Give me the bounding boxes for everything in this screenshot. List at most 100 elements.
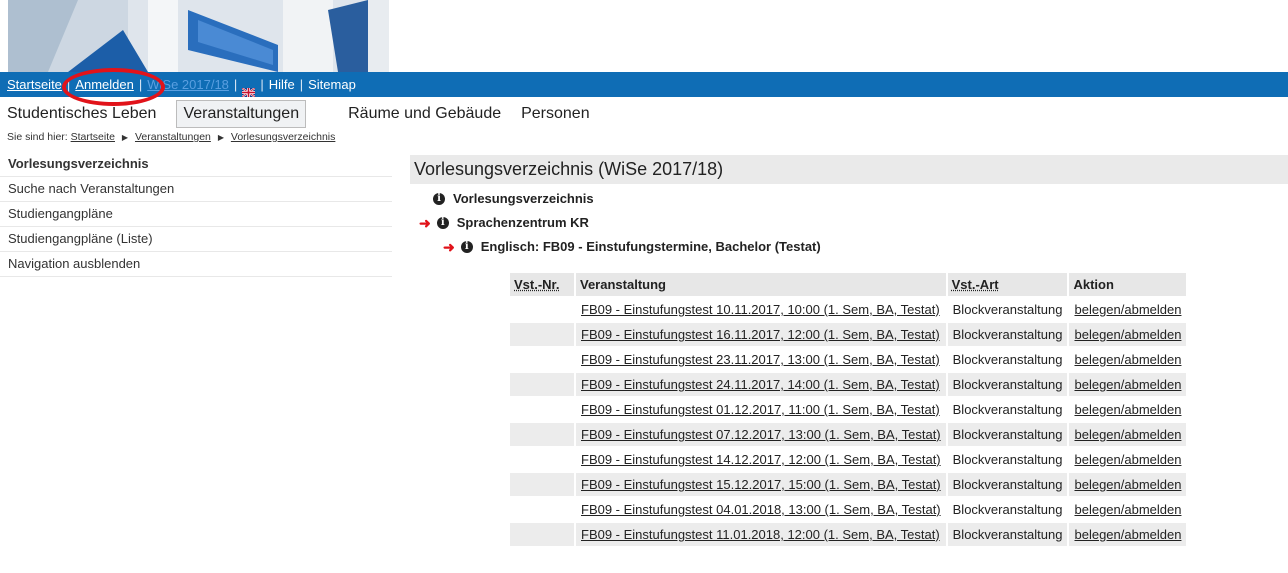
info-icon[interactable]: i [461,241,473,253]
veranstaltung-link[interactable]: FB09 - Einstufungstest 15.12.2017, 15:00… [581,477,941,492]
sidebar-item-navigation-ausblenden[interactable]: Navigation ausblenden [0,252,392,277]
belegen-abmelden-link[interactable]: belegen/abmelden [1074,352,1181,367]
belegen-abmelden-link[interactable]: belegen/abmelden [1074,477,1181,492]
info-icon[interactable]: i [437,217,449,229]
tree-label[interactable]: Sprachenzentrum KR [457,211,589,235]
sidebar-item-studiengangplaene[interactable]: Studiengangpläne [0,202,392,227]
tree-label[interactable]: Englisch: FB09 - Einstufungstermine, Bac… [481,235,821,259]
red-arrow-icon: ➜ [419,211,431,235]
cell-vst-art: Blockveranstaltung [948,423,1068,446]
course-tree: i Vorlesungsverzeichnis ➜ i Sprachenzent… [433,187,821,259]
cell-veranstaltung: FB09 - Einstufungstest 14.12.2017, 12:00… [576,448,946,471]
tab-studentisches-leben[interactable]: Studentisches Leben [7,105,156,123]
cell-veranstaltung: FB09 - Einstufungstest 01.12.2017, 11:00… [576,398,946,421]
table-row: FB09 - Einstufungstest 23.11.2017, 13:00… [510,348,1186,371]
belegen-abmelden-link[interactable]: belegen/abmelden [1074,502,1181,517]
separator: | [260,72,263,97]
table-row: FB09 - Einstufungstest 10.11.2017, 10:00… [510,298,1186,321]
semester-link[interactable]: WiSe 2017/18 [147,72,229,97]
breadcrumb-veranstaltungen[interactable]: Veranstaltungen [135,131,211,143]
tree-label[interactable]: Vorlesungsverzeichnis [453,187,594,211]
belegen-abmelden-link[interactable]: belegen/abmelden [1074,402,1181,417]
breadcrumb-vorlesungsverzeichnis[interactable]: Vorlesungsverzeichnis [231,131,335,143]
table-row: FB09 - Einstufungstest 11.01.2018, 12:00… [510,523,1186,546]
cell-vst-nr [510,373,574,396]
sidebar: Vorlesungsverzeichnis Suche nach Veranst… [0,152,392,277]
belegen-abmelden-link[interactable]: belegen/abmelden [1074,377,1181,392]
tab-veranstaltungen[interactable]: Veranstaltungen [176,100,306,128]
cell-vst-art: Blockveranstaltung [948,298,1068,321]
breadcrumb-arrow-icon: ▶ [218,133,224,142]
table-row: FB09 - Einstufungstest 15.12.2017, 15:00… [510,473,1186,496]
red-arrow-icon: ➜ [443,235,455,259]
cell-vst-nr [510,398,574,421]
table-row: FB09 - Einstufungstest 24.11.2017, 14:00… [510,373,1186,396]
cell-vst-art: Blockveranstaltung [948,448,1068,471]
table-header-row: Vst.-Nr. Veranstaltung Vst.-Art Aktion [510,273,1186,296]
belegen-abmelden-link[interactable]: belegen/abmelden [1074,527,1181,542]
belegen-abmelden-link[interactable]: belegen/abmelden [1074,302,1181,317]
tree-item-englisch[interactable]: ➜ i Englisch: FB09 - Einstufungstermine,… [443,235,821,259]
veranstaltung-link[interactable]: FB09 - Einstufungstest 16.11.2017, 12:00… [581,327,940,342]
cell-aktion: belegen/abmelden [1069,298,1186,321]
sidebar-item-suche[interactable]: Suche nach Veranstaltungen [0,177,392,202]
cell-aktion: belegen/abmelden [1069,498,1186,521]
cell-veranstaltung: FB09 - Einstufungstest 15.12.2017, 15:00… [576,473,946,496]
cell-vst-nr [510,348,574,371]
veranstaltung-link[interactable]: FB09 - Einstufungstest 01.12.2017, 11:00… [581,402,940,417]
tab-raeume-und-gebaeude[interactable]: Räume und Gebäude [348,105,501,123]
cell-vst-nr [510,423,574,446]
veranstaltung-link[interactable]: FB09 - Einstufungstest 10.11.2017, 10:00… [581,302,940,317]
cell-veranstaltung: FB09 - Einstufungstest 04.01.2018, 13:00… [576,498,946,521]
column-header-art[interactable]: Vst.-Art [948,273,1068,296]
table-row: FB09 - Einstufungstest 14.12.2017, 12:00… [510,448,1186,471]
course-table-wrapper: Vst.-Nr. Veranstaltung Vst.-Art Aktion F… [508,271,1188,548]
cell-veranstaltung: FB09 - Einstufungstest 23.11.2017, 13:00… [576,348,946,371]
sidebar-item-vorlesungsverzeichnis[interactable]: Vorlesungsverzeichnis [0,152,392,177]
belegen-abmelden-link[interactable]: belegen/abmelden [1074,452,1181,467]
anmelden-link[interactable]: Anmelden [75,72,134,97]
breadcrumb-arrow-icon: ▶ [122,133,128,142]
top-navigation-bar: Startseite | Anmelden | WiSe 2017/18 | |… [0,72,1288,97]
cell-aktion: belegen/abmelden [1069,448,1186,471]
sidebar-item-studiengangplaene-liste[interactable]: Studiengangpläne (Liste) [0,227,392,252]
cell-aktion: belegen/abmelden [1069,423,1186,446]
course-table: Vst.-Nr. Veranstaltung Vst.-Art Aktion F… [508,271,1188,548]
column-header-nr[interactable]: Vst.-Nr. [510,273,574,296]
hilfe-link[interactable]: Hilfe [269,72,295,97]
belegen-abmelden-link[interactable]: belegen/abmelden [1074,327,1181,342]
main-menu: Studentisches Leben Veranstaltungen Räum… [7,100,610,128]
veranstaltung-link[interactable]: FB09 - Einstufungstest 14.12.2017, 12:00… [581,452,941,467]
cell-aktion: belegen/abmelden [1069,398,1186,421]
table-row: FB09 - Einstufungstest 04.01.2018, 13:00… [510,498,1186,521]
info-icon[interactable]: i [433,193,445,205]
column-header-veranstaltung: Veranstaltung [576,273,946,296]
tree-item-vorlesungsverzeichnis[interactable]: i Vorlesungsverzeichnis [433,187,821,211]
veranstaltung-link[interactable]: FB09 - Einstufungstest 24.11.2017, 14:00… [581,377,940,392]
separator: | [67,72,70,97]
cell-vst-art: Blockveranstaltung [948,498,1068,521]
cell-aktion: belegen/abmelden [1069,348,1186,371]
uk-flag-icon[interactable] [242,80,255,89]
tab-personen[interactable]: Personen [521,105,590,123]
table-row: FB09 - Einstufungstest 16.11.2017, 12:00… [510,323,1186,346]
veranstaltung-link[interactable]: FB09 - Einstufungstest 23.11.2017, 13:00… [581,352,940,367]
veranstaltung-link[interactable]: FB09 - Einstufungstest 11.01.2018, 12:00… [581,527,940,542]
cell-aktion: belegen/abmelden [1069,473,1186,496]
belegen-abmelden-link[interactable]: belegen/abmelden [1074,427,1181,442]
startseite-link[interactable]: Startseite [7,72,62,97]
separator: | [139,72,142,97]
cell-veranstaltung: FB09 - Einstufungstest 24.11.2017, 14:00… [576,373,946,396]
sitemap-link[interactable]: Sitemap [308,72,356,97]
separator: | [234,72,237,97]
veranstaltung-link[interactable]: FB09 - Einstufungstest 04.01.2018, 13:00… [581,502,941,517]
university-logo-image[interactable] [8,0,389,72]
cell-vst-nr [510,498,574,521]
header-banner [0,0,1288,72]
page-title: Vorlesungsverzeichnis (WiSe 2017/18) [410,155,1288,184]
cell-vst-nr [510,448,574,471]
veranstaltung-link[interactable]: FB09 - Einstufungstest 07.12.2017, 13:00… [581,427,941,442]
breadcrumb-startseite[interactable]: Startseite [71,131,115,143]
tree-item-sprachenzentrum[interactable]: ➜ i Sprachenzentrum KR [419,211,821,235]
cell-vst-art: Blockveranstaltung [948,323,1068,346]
